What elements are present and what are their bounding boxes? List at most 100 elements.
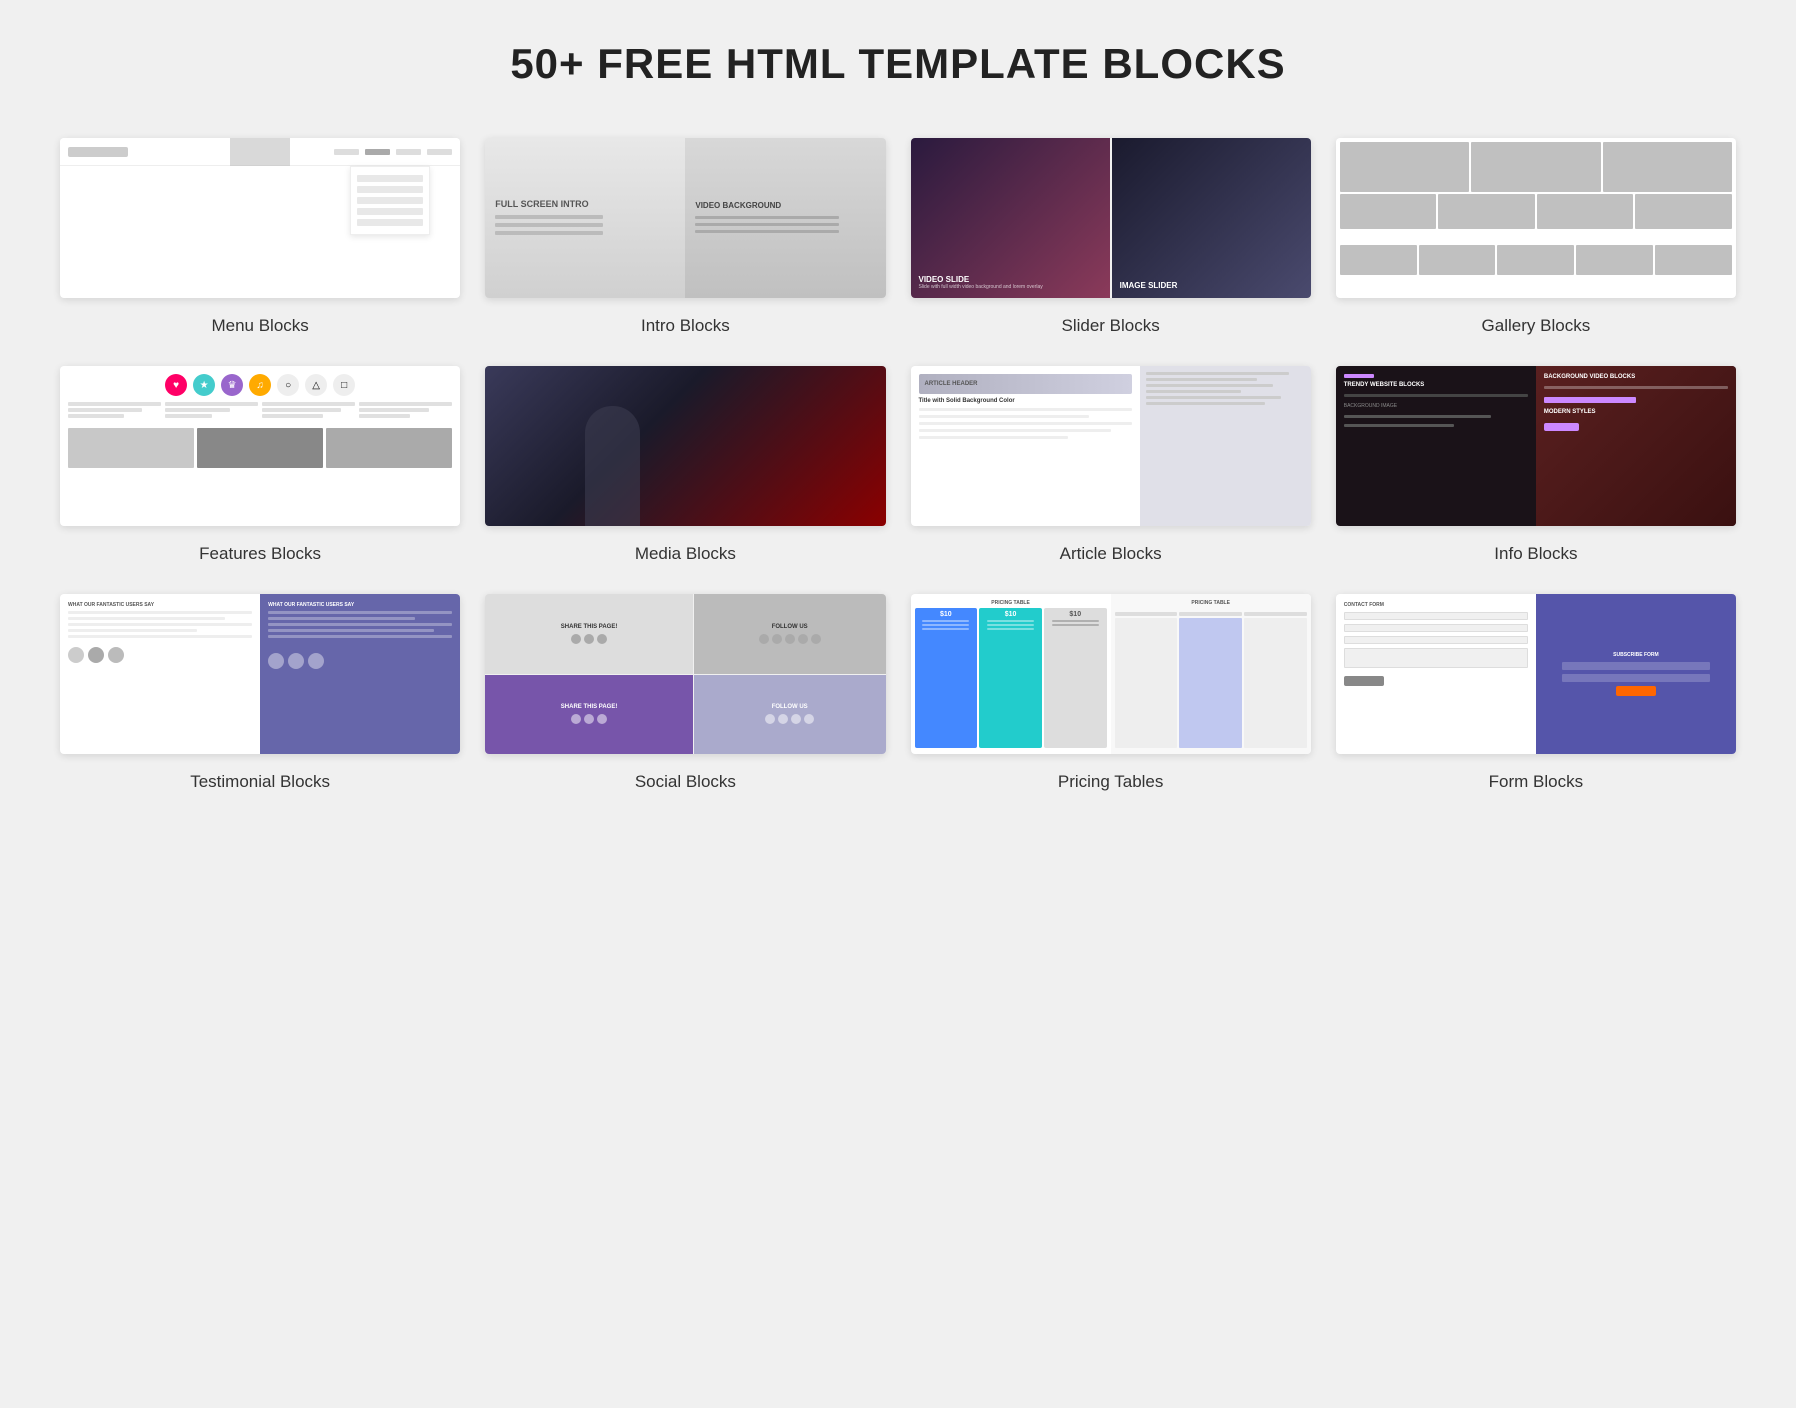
preview-menu[interactable]: [60, 138, 460, 298]
feat-icon-headphone: ♫: [249, 374, 271, 396]
social-bottom-left: SHARE THIS PAGE!: [485, 675, 693, 755]
preview-media[interactable]: [485, 366, 885, 526]
preview-pricing[interactable]: PRICING TABLE $10 $10: [911, 594, 1311, 754]
feat-line-2: [68, 408, 142, 412]
social-icon-f3: [785, 634, 795, 644]
social-top-follow-title: FOLLOW US: [772, 624, 808, 630]
test-line-4: [68, 629, 197, 632]
block-item-social[interactable]: SHARE THIS PAGE! FOLLOW US: [485, 594, 885, 792]
feat-img-1: [68, 428, 194, 468]
test-line-2: [68, 617, 225, 620]
slide-left-sub: Slide with full width video background a…: [919, 284, 1102, 290]
preview-info[interactable]: TRENDY WEBSITE BLOCKS BACKGROUND IMAGE B…: [1336, 366, 1736, 526]
intro-left-panel: FULL SCREEN INTRO: [485, 138, 685, 298]
test-avatar-1: [68, 647, 84, 663]
nav-link-1: [334, 149, 359, 155]
gallery-cell-9: [1419, 245, 1496, 275]
social-top-right: FOLLOW US: [694, 594, 886, 674]
block-item-intro[interactable]: FULL SCREEN INTRO VIDEO BACKGROUND Intro…: [485, 138, 885, 336]
social-bottom-right: FOLLOW US: [694, 675, 886, 755]
block-item-gallery[interactable]: Gallery Blocks: [1336, 138, 1736, 336]
test-avatar-2: [88, 647, 104, 663]
block-item-article[interactable]: ARTICLE HEADER Title with Solid Backgrou…: [911, 366, 1311, 564]
preview-gallery[interactable]: [1336, 138, 1736, 298]
social-icon-b3: [597, 714, 607, 724]
info-accent: [1344, 374, 1374, 378]
preview-form[interactable]: CONTACT FORM SUBSCRIBE FORM: [1336, 594, 1736, 754]
test-right-line-4: [268, 629, 434, 632]
price-line-8: [1052, 624, 1099, 626]
feat-icon-heart: ♥: [165, 374, 187, 396]
preview-social[interactable]: SHARE THIS PAGE! FOLLOW US: [485, 594, 885, 754]
gallery-label: Gallery Blocks: [1482, 316, 1591, 336]
testimonial-label: Testimonial Blocks: [190, 772, 330, 792]
social-icon-1: [571, 634, 581, 644]
form-field-3: [1344, 636, 1528, 644]
testimonial-right: WHAT OUR FANTASTIC USERS SAY: [260, 594, 460, 754]
intro-line-1: [495, 215, 603, 219]
price-line-1: [922, 620, 969, 622]
social-top-left: SHARE THIS PAGE!: [485, 594, 693, 674]
pricing-left-title: PRICING TABLE: [915, 600, 1107, 606]
test-line-1: [68, 611, 252, 614]
intro-line-2: [495, 223, 603, 227]
price-card-1: $10: [915, 608, 978, 748]
article-header-text: ARTICLE HEADER: [925, 381, 978, 387]
form-field-1: [1344, 612, 1528, 620]
intro-left-title: FULL SCREEN INTRO: [495, 199, 675, 210]
pricing-right: PRICING TABLE: [1111, 594, 1311, 754]
feat-line-7: [262, 402, 355, 406]
block-item-form[interactable]: CONTACT FORM SUBSCRIBE FORM Form Blocks: [1336, 594, 1736, 792]
form-field-4: [1344, 648, 1528, 668]
social-icon-f2: [772, 634, 782, 644]
dd-item-3: [357, 197, 423, 204]
feat-line-10: [359, 402, 452, 406]
intro-right-title: VIDEO BACKGROUND: [695, 201, 875, 210]
block-item-pricing[interactable]: PRICING TABLE $10 $10: [911, 594, 1311, 792]
feat-line-6: [165, 414, 212, 418]
test-right-avatar-3: [308, 653, 324, 669]
gallery-cell-7: [1635, 194, 1732, 229]
menu-label: Menu Blocks: [211, 316, 308, 336]
feat-col-1: [68, 402, 161, 418]
preview-slider[interactable]: VIDEO SLIDE Slide with full width video …: [911, 138, 1311, 298]
block-item-testimonial[interactable]: WHAT OUR FANTASTIC USERS SAY WHAT OUR FA…: [60, 594, 460, 792]
slide-right-label: IMAGE SLIDER: [1120, 281, 1303, 290]
price-num-1: $10: [940, 611, 952, 618]
feat-line-1: [68, 402, 161, 406]
gallery-cell-2: [1471, 142, 1600, 192]
test-right-line-2: [268, 617, 415, 620]
nav-link-3: [396, 149, 421, 155]
block-item-features[interactable]: ♥ ★ ♛ ♫ ○ △ □: [60, 366, 460, 564]
gallery-cell-10: [1497, 245, 1574, 275]
form-field-2: [1344, 624, 1528, 632]
block-item-menu[interactable]: Menu Blocks: [60, 138, 460, 336]
testimonial-left: WHAT OUR FANTASTIC USERS SAY: [60, 594, 260, 754]
nav-link-4: [427, 149, 452, 155]
preview-features[interactable]: ♥ ★ ♛ ♫ ○ △ □: [60, 366, 460, 526]
pricing-label: Pricing Tables: [1058, 772, 1164, 792]
pricing-right-title: PRICING TABLE: [1115, 600, 1307, 606]
preview-intro[interactable]: FULL SCREEN INTRO VIDEO BACKGROUND: [485, 138, 885, 298]
nav-link-2: [365, 149, 390, 155]
feat-col-2: [165, 402, 258, 418]
feat-img-3: [326, 428, 452, 468]
block-item-slider[interactable]: VIDEO SLIDE Slide with full width video …: [911, 138, 1311, 336]
info-left-title: TRENDY WEBSITE BLOCKS: [1344, 382, 1528, 388]
form-left: CONTACT FORM: [1336, 594, 1536, 754]
block-item-media[interactable]: Media Blocks: [485, 366, 885, 564]
feat-img-2: [197, 428, 323, 468]
article-right: [1140, 366, 1311, 526]
menu-logo: [68, 147, 128, 157]
gallery-cell-1: [1340, 142, 1469, 192]
gallery-cell-12: [1655, 245, 1732, 275]
feat-icon-7: □: [333, 374, 355, 396]
block-item-info[interactable]: TRENDY WEBSITE BLOCKS BACKGROUND IMAGE B…: [1336, 366, 1736, 564]
social-icon-3: [597, 634, 607, 644]
article-header-bar: ARTICLE HEADER: [919, 374, 1132, 394]
info-right-btn: [1544, 423, 1579, 431]
feat-icon-5: ○: [277, 374, 299, 396]
preview-testimonial[interactable]: WHAT OUR FANTASTIC USERS SAY WHAT OUR FA…: [60, 594, 460, 754]
preview-article[interactable]: ARTICLE HEADER Title with Solid Backgrou…: [911, 366, 1311, 526]
social-icon-bf2: [778, 714, 788, 724]
